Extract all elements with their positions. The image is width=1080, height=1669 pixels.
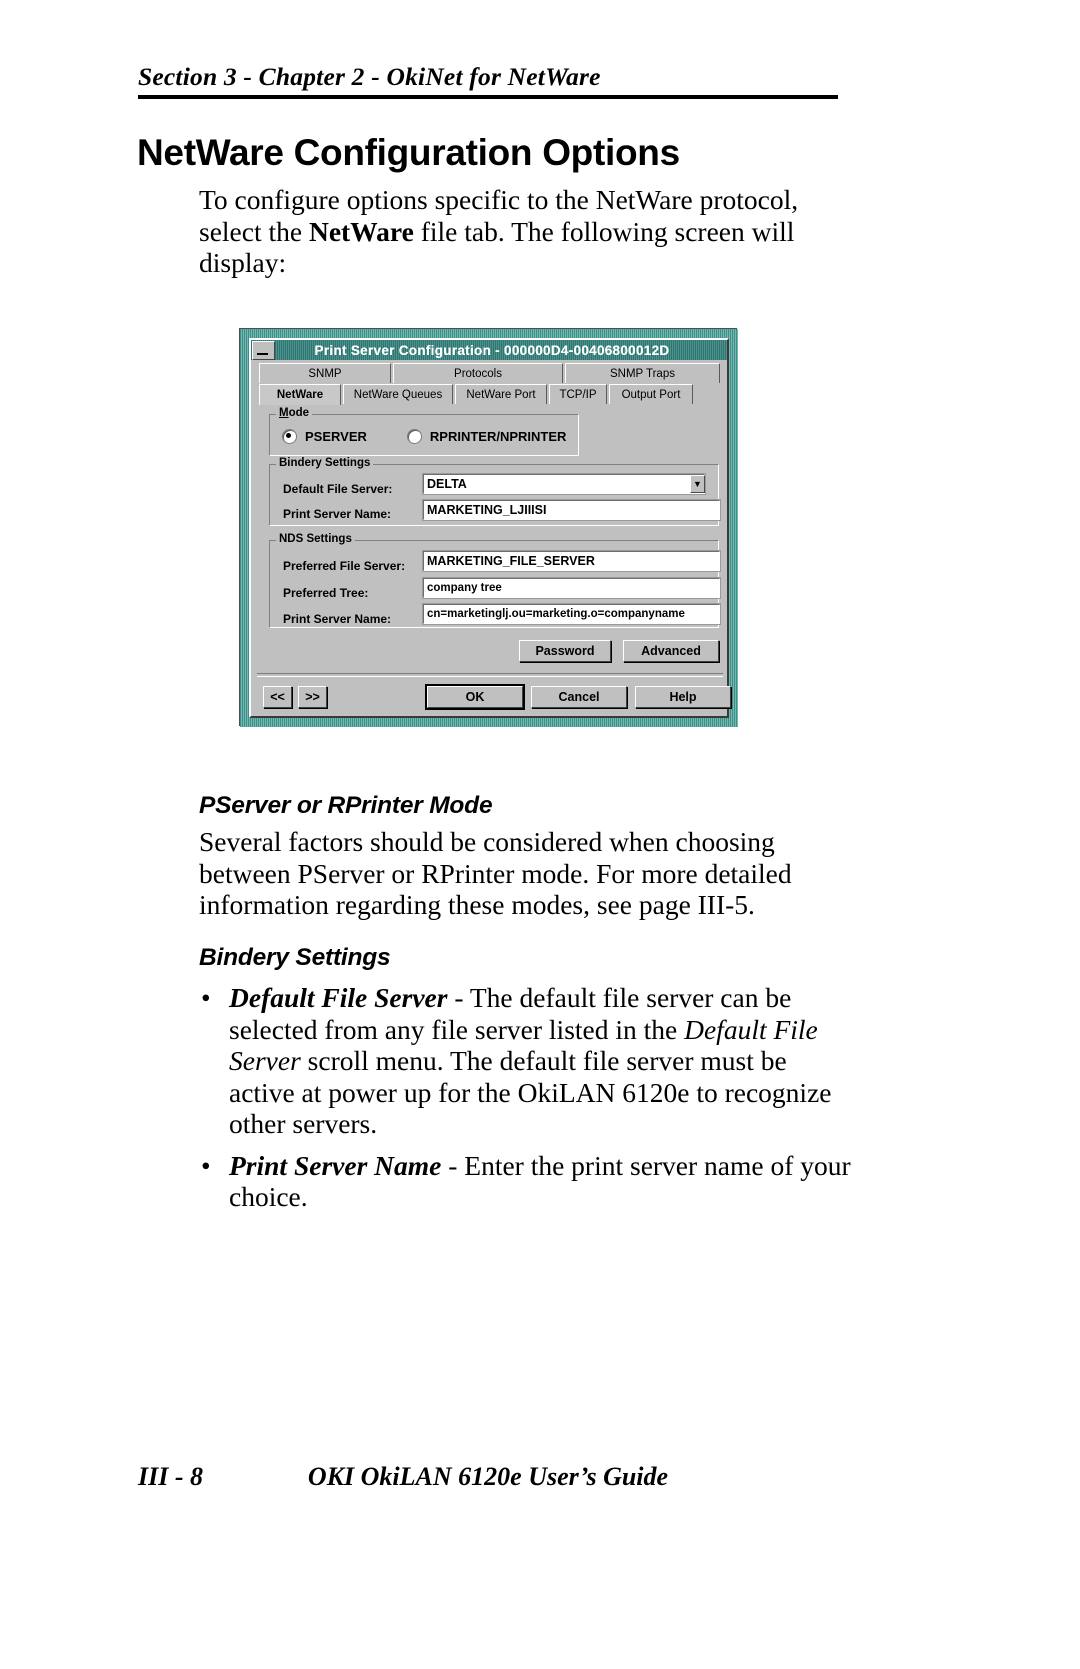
radio-pserver[interactable]: [282, 429, 297, 444]
header-rule: [138, 95, 838, 99]
advanced-button[interactable]: Advanced: [623, 640, 719, 662]
bullet-dot-icon: •: [201, 982, 211, 1013]
help-button[interactable]: Help: [635, 686, 731, 708]
section-bindery-settings: Bindery Settings • Default File Server - …: [199, 944, 854, 1213]
label-default-file-server: Default File Server:: [283, 482, 393, 496]
intro-bold-netware: NetWare: [308, 215, 414, 247]
label-preferred-tree: Preferred Tree:: [283, 586, 369, 600]
tab-protocols[interactable]: Protocols: [393, 363, 563, 383]
bullet-dash-0: -: [447, 982, 470, 1013]
tab-netware-port[interactable]: NetWare Port: [455, 384, 547, 404]
input-nds-print-server-name[interactable]: cn=marketinglj.ou=marketing.o=companynam…: [422, 603, 721, 625]
section-pserver-rprinter-mode: PServer or RPrinter Mode Several factors…: [199, 792, 849, 921]
page-footer: OKI OkiLAN 6120e User’s Guide III - 8: [138, 1462, 838, 1496]
chevron-down-icon[interactable]: ▼: [690, 475, 705, 493]
input-preferred-tree[interactable]: company tree: [422, 577, 721, 599]
mode-legend-rest: ode: [288, 407, 310, 419]
cancel-button[interactable]: Cancel: [531, 686, 627, 708]
password-button[interactable]: Password: [519, 640, 611, 662]
input-preferred-file-server[interactable]: MARKETING_FILE_SERVER: [422, 550, 721, 572]
footer-page-number: III - 8: [138, 1462, 204, 1491]
label-nds-print-server-name: Print Server Name:: [283, 612, 392, 626]
mode-radio-group: PSERVER RPRINTER/NPRINTER: [282, 429, 566, 444]
print-server-configuration-dialog[interactable]: Print Server Configuration - 000000D4-00…: [239, 328, 738, 727]
input-default-file-server[interactable]: DELTA: [422, 473, 706, 495]
tab-output-port[interactable]: Output Port: [609, 384, 693, 404]
running-head-text: Section 3 - Chapter 2 - OkiNet for NetWa…: [138, 62, 601, 91]
tab-snmp-traps[interactable]: SNMP Traps: [565, 363, 720, 383]
tab-row-lower: NetWare NetWare Queues NetWare Port TCP/…: [259, 384, 695, 405]
bindery-bullet-list: • Default File Server - The default file …: [199, 982, 854, 1213]
dialog-body: Print Server Configuration - 000000D4-00…: [249, 338, 731, 718]
bullet-term-print-server-name: Print Server Name: [229, 1149, 442, 1181]
tab-tcpip[interactable]: TCP/IP: [549, 384, 607, 404]
list-item: • Default File Server - The default file …: [199, 982, 854, 1140]
mode-group-legend: Mode: [276, 407, 313, 419]
mode-group: Mode PSERVER RPRINTER/NPRINTER: [269, 407, 579, 456]
nav-next-button[interactable]: >>: [298, 686, 327, 708]
section-pserver-body: Several factors should be considered whe…: [199, 826, 792, 920]
radio-rprinter-nprinter[interactable]: [406, 429, 422, 444]
radio-pserver-label: PSERVER: [305, 429, 367, 444]
section-bindery-heading: Bindery Settings: [199, 944, 391, 971]
section-pserver-heading: PServer or RPrinter Mode: [199, 792, 493, 819]
dialog-title-text: Print Server Configuration - 000000D4-00…: [314, 342, 670, 358]
list-item: • Print Server Name - Enter the print ser…: [199, 1150, 854, 1213]
bullet-dash-1: -: [441, 1149, 465, 1181]
dialog-separator: [257, 673, 723, 677]
ok-button[interactable]: OK: [425, 684, 525, 710]
document-page: Section 3 - Chapter 2 - OkiNet for NetWa…: [0, 0, 1080, 1669]
bullet-term-default-file-server: Default File Server: [229, 982, 448, 1013]
page-title: NetWare Configuration Options: [137, 132, 680, 173]
label-preferred-file-server: Preferred File Server:: [283, 559, 406, 573]
bullet-text-b-0: scroll menu. The default file server mus…: [229, 1045, 832, 1139]
intro-paragraph: To configure options specific to the Net…: [199, 184, 844, 279]
nds-group-legend: NDS Settings: [276, 533, 355, 545]
tab-snmp[interactable]: SNMP: [259, 363, 391, 383]
tab-row-upper: SNMP Protocols SNMP Traps: [259, 363, 722, 383]
tab-netware[interactable]: NetWare: [259, 384, 341, 405]
nav-prev-button[interactable]: <<: [263, 686, 292, 708]
minimize-icon[interactable]: [252, 340, 275, 360]
running-head: Section 3 - Chapter 2 - OkiNet for NetWa…: [138, 62, 838, 99]
tab-netware-queues[interactable]: NetWare Queues: [343, 384, 453, 404]
label-bindery-print-server-name: Print Server Name:: [283, 507, 392, 521]
bindery-group-legend: Bindery Settings: [276, 457, 374, 469]
input-bindery-print-server-name[interactable]: MARKETING_LJIIISI: [422, 499, 721, 521]
radio-rprinter-nprinter-label: RPRINTER/NPRINTER: [429, 429, 567, 444]
footer-guide-title: OKI OkiLAN 6120e User’s Guide: [307, 1462, 669, 1491]
dialog-titlebar: Print Server Configuration - 000000D4-00…: [251, 340, 727, 360]
bullet-dot-icon: •: [201, 1149, 211, 1181]
